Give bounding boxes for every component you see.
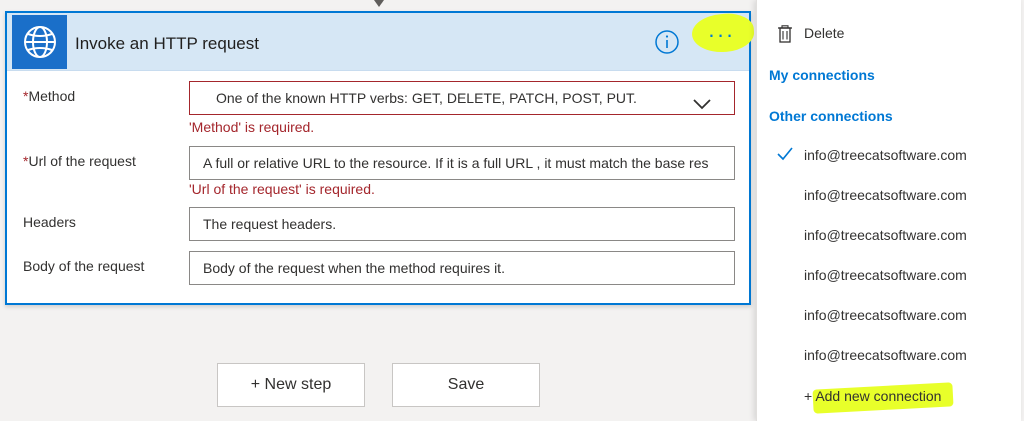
connection-item[interactable]: info@treecatsoftware.com bbox=[757, 338, 1021, 374]
add-connection-item[interactable]: + Add new connection bbox=[804, 388, 941, 404]
add-connection-label: Add new connection bbox=[815, 388, 942, 404]
connection-item[interactable]: info@treecatsoftware.com bbox=[757, 258, 1021, 294]
connection-email: info@treecatsoftware.com bbox=[804, 307, 967, 323]
connection-item[interactable]: info@treecatsoftware.com bbox=[757, 298, 1021, 334]
headers-label: Headers bbox=[23, 214, 76, 230]
connection-email: info@treecatsoftware.com bbox=[804, 187, 967, 203]
connection-email: info@treecatsoftware.com bbox=[804, 227, 967, 243]
body-label: Body of the request bbox=[23, 258, 145, 274]
url-label: *Url of the request bbox=[23, 153, 136, 169]
context-menu: Delete My connections Other connections … bbox=[756, 0, 1021, 421]
url-input[interactable]: A full or relative URL to the resource. … bbox=[189, 146, 735, 180]
card-header[interactable]: Invoke an HTTP request bbox=[7, 13, 749, 71]
url-label-text: Url of the request bbox=[28, 153, 136, 169]
connection-item[interactable]: info@treecatsoftware.com bbox=[757, 178, 1021, 214]
plus-icon: + bbox=[804, 388, 813, 404]
method-label: *Method bbox=[23, 88, 75, 104]
connector-arrow bbox=[374, 0, 384, 7]
connection-email: info@treecatsoftware.com bbox=[804, 347, 967, 363]
new-step-button[interactable]: + New step bbox=[217, 363, 365, 407]
headers-input[interactable]: The request headers. bbox=[189, 207, 735, 241]
more-options-icon[interactable]: ... bbox=[702, 18, 742, 42]
info-icon[interactable] bbox=[655, 30, 679, 54]
trash-icon bbox=[777, 25, 793, 46]
my-connections-heading: My connections bbox=[769, 67, 875, 83]
chevron-down-icon bbox=[692, 90, 712, 114]
action-card: Invoke an HTTP request *Method One of th… bbox=[5, 11, 751, 305]
globe-icon bbox=[12, 15, 67, 69]
connection-item[interactable]: info@treecatsoftware.com bbox=[757, 218, 1021, 254]
delete-label: Delete bbox=[804, 25, 845, 41]
url-error: 'Url of the request' is required. bbox=[189, 181, 375, 197]
delete-menu-item[interactable]: Delete bbox=[757, 16, 1021, 52]
connection-email: info@treecatsoftware.com bbox=[804, 267, 967, 283]
connection-item[interactable]: info@treecatsoftware.com bbox=[757, 138, 1021, 174]
body-input[interactable]: Body of the request when the method requ… bbox=[189, 251, 735, 285]
checkmark-icon bbox=[777, 147, 793, 164]
method-error: 'Method' is required. bbox=[189, 119, 315, 135]
connection-email: info@treecatsoftware.com bbox=[804, 147, 967, 163]
method-select[interactable]: One of the known HTTP verbs: GET, DELETE… bbox=[189, 81, 735, 115]
method-placeholder: One of the known HTTP verbs: GET, DELETE… bbox=[216, 90, 637, 106]
save-button[interactable]: Save bbox=[392, 363, 540, 407]
method-label-text: Method bbox=[28, 88, 76, 104]
other-connections-heading: Other connections bbox=[769, 108, 893, 124]
card-title: Invoke an HTTP request bbox=[75, 34, 259, 53]
